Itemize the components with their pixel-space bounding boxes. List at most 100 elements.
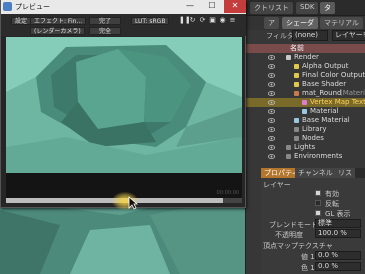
name-column-label: 名前 xyxy=(290,44,304,52)
tree-row[interactable]: Environments xyxy=(246,152,365,161)
tab-active[interactable]: タ xyxy=(320,2,335,14)
tab-list-props[interactable]: リス xyxy=(335,168,355,178)
tree-item-icon xyxy=(294,82,299,87)
tree-row[interactable]: Material xyxy=(246,107,365,116)
preview-window: プレビュー — ☐ ✕ 設定 エフェクト: Fin... 完了 LUT: sRG… xyxy=(0,0,246,208)
filter-row: フィルター: (none) レイヤーを xyxy=(246,30,365,42)
subtab-material[interactable]: マテリアル xyxy=(320,17,363,29)
properties-tab-bar: プロパティ チャンネル リス xyxy=(261,168,365,178)
sub-tab-bar: ア シェーダ マテリアル xyxy=(246,16,365,30)
render-time: 00:00:00 xyxy=(216,190,239,196)
render-preview[interactable] xyxy=(6,37,242,173)
tree-item-label: Nodes xyxy=(302,134,324,142)
tree-item-label: Alpha Output xyxy=(302,62,349,70)
tree-item-label: Environments xyxy=(294,152,343,160)
opacity-field[interactable]: 100.0 % xyxy=(315,229,361,238)
tree-item-icon xyxy=(294,136,299,141)
tree-item-icon xyxy=(294,127,299,132)
preview-titlebar[interactable]: プレビュー — ☐ ✕ xyxy=(1,0,246,14)
tree-row[interactable]: Base Shader xyxy=(246,80,365,89)
properties-panel: レイヤー 有効 反転 GL 表示 ブレンドモード 標準 不透明度 100.0 %… xyxy=(261,178,365,274)
tree-item-label: mat_Round xyxy=(302,89,342,97)
quality-dropdown[interactable]: 完全 xyxy=(89,27,121,35)
menu-icon[interactable]: ≡ xyxy=(229,17,236,24)
visibility-eye-icon[interactable] xyxy=(268,153,275,160)
layer-dropdown[interactable]: レイヤーを xyxy=(332,30,365,41)
preview-toolbar: 設定 エフェクト: Fin... 完了 LUT: sRGB (レンダーカメラ) … xyxy=(1,14,246,36)
tree-item-icon xyxy=(302,100,307,105)
visibility-eye-icon[interactable] xyxy=(268,135,275,142)
mouse-cursor-icon xyxy=(128,196,138,210)
invert-checkbox[interactable] xyxy=(315,200,321,206)
done-button[interactable]: 完了 xyxy=(89,17,121,25)
enable-checkbox[interactable] xyxy=(315,190,321,196)
close-button[interactable]: ✕ xyxy=(224,0,246,13)
tree-item-label: Base Material xyxy=(302,116,350,124)
tree-item-icon xyxy=(294,91,299,96)
pause-icon[interactable]: ❚❚ xyxy=(179,17,191,24)
blend-mode-dropdown[interactable]: 標準 xyxy=(315,219,361,228)
app-icon xyxy=(3,2,12,11)
tab-sdk[interactable]: SDK xyxy=(296,2,319,14)
shader-tree: Render Alpha Output Final Color Output Base… xyxy=(246,53,365,163)
tree-row[interactable]: Library xyxy=(246,125,365,134)
tree-item-icon xyxy=(294,64,299,69)
gl-label: GL 表示 xyxy=(325,210,351,218)
visibility-eye-icon[interactable] xyxy=(268,117,275,124)
visibility-eye-icon[interactable] xyxy=(268,63,275,70)
tree-item-icon xyxy=(286,55,291,60)
lut-dropdown[interactable]: LUT: sRGB xyxy=(131,17,170,25)
visibility-eye-icon[interactable] xyxy=(268,81,275,88)
tree-item-icon xyxy=(294,118,299,123)
visibility-eye-icon[interactable] xyxy=(268,126,275,133)
tree-row[interactable]: Vertex Map Texture xyxy=(246,98,365,107)
refresh-icon[interactable]: ↻ xyxy=(189,17,196,24)
tab-list[interactable]: クトリスト xyxy=(250,2,293,14)
visibility-eye-icon[interactable] xyxy=(268,90,275,97)
gl-checkbox[interactable] xyxy=(315,210,321,216)
tree-item-label: Vertex Map Texture xyxy=(310,98,365,106)
sync-icon[interactable]: ⟳ xyxy=(199,17,206,24)
color-field[interactable]: 0.0 % xyxy=(315,262,361,271)
tree-item-label: Render xyxy=(294,53,319,61)
tree-item-label: Final Color Output xyxy=(302,71,365,79)
tree-column-header[interactable]: 名前 xyxy=(246,44,365,53)
tree-row[interactable]: Alpha Output xyxy=(246,62,365,71)
maximize-button[interactable]: ☐ xyxy=(201,0,223,13)
tree-item-label: Lights xyxy=(294,143,316,151)
save-icon[interactable]: ▣ xyxy=(209,17,216,24)
value-label: 値 1 xyxy=(301,253,315,261)
visibility-eye-icon[interactable] xyxy=(268,54,275,61)
render-image xyxy=(6,37,242,173)
visibility-eye-icon[interactable] xyxy=(268,108,275,115)
visibility-eye-icon[interactable] xyxy=(268,72,275,79)
tree-row[interactable]: Nodes xyxy=(246,134,365,143)
blend-mode-label: ブレンドモード xyxy=(269,221,318,229)
tree-row[interactable]: Lights xyxy=(246,143,365,152)
subtab-a[interactable]: ア xyxy=(264,17,279,29)
subtab-shader[interactable]: シェーダ xyxy=(282,17,318,29)
value-field[interactable]: 0.0 % xyxy=(315,251,361,260)
tree-row[interactable]: mat_Round(Material) xyxy=(246,89,365,98)
settings-button[interactable]: 設定 xyxy=(11,17,32,25)
visibility-eye-icon[interactable] xyxy=(268,99,275,106)
tree-row[interactable]: Final Color Output xyxy=(246,71,365,80)
visibility-eye-icon[interactable] xyxy=(268,144,275,151)
filter-dropdown[interactable]: (none) xyxy=(292,30,328,41)
tree-item-icon xyxy=(286,154,291,159)
window-title: プレビュー xyxy=(15,3,50,11)
tree-row[interactable]: Base Material xyxy=(246,116,365,125)
invert-label: 反転 xyxy=(325,200,339,208)
section-layer: レイヤー xyxy=(263,181,291,189)
tab-channels[interactable]: チャンネル xyxy=(295,168,336,178)
render-camera-dropdown[interactable]: (レンダーカメラ) xyxy=(30,27,85,35)
minimize-button[interactable]: — xyxy=(179,0,201,13)
tree-item-label: Library xyxy=(302,125,327,133)
tree-row[interactable]: Render xyxy=(246,53,365,62)
top-tab-bar: クトリスト SDK タ xyxy=(246,0,365,16)
effect-dropdown[interactable]: エフェクト: Fin... xyxy=(30,17,87,25)
tree-item-icon xyxy=(302,109,307,114)
shader-tree-panel: クトリスト SDK タ ア シェーダ マテリアル フィルター: (none) レ… xyxy=(245,0,365,274)
camera-icon[interactable]: ◉ xyxy=(219,17,226,24)
tree-item-type: (Material) xyxy=(340,89,365,97)
